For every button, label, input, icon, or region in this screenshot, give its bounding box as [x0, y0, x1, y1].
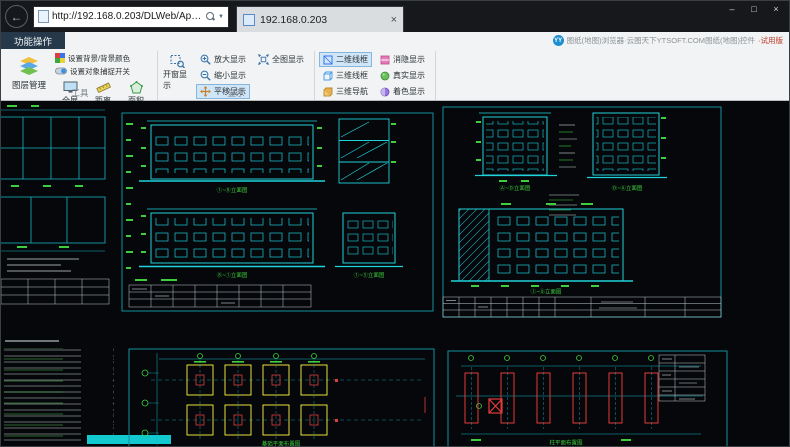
elevation-2: ⑧~①立面图 — [139, 209, 325, 279]
fit-view-label: 全图显示 — [272, 54, 304, 65]
drawing-label: Ⓓ~Ⓐ立面图 — [612, 184, 643, 192]
close-button[interactable]: × — [765, 1, 787, 16]
drawing-label: 基础平面布置图 — [262, 440, 301, 447]
url-text[interactable]: http://192.168.0.203/DLWeb/Application/Y… — [52, 11, 203, 22]
cad-drawing-surface: ①~⑧立面图 — [1, 101, 790, 447]
window-controls: – □ × — [721, 1, 787, 16]
sheet-right: Ⓐ~Ⓓ立面图 — [443, 107, 721, 317]
realistic-display-button[interactable]: 真实显示 — [376, 68, 429, 83]
back-icon: ← — [11, 10, 23, 24]
elevation-5: ①~⑨立面图 — [451, 203, 633, 296]
schedule-table — [659, 355, 705, 401]
brand-trial-text: ·试用版 — [758, 35, 783, 46]
zoom-in-button[interactable]: 放大显示 — [196, 52, 250, 67]
shaded-display-button[interactable]: 着色显示 — [376, 84, 429, 99]
viewmode-col-1: 二维线框 三维线框 三维导航 — [319, 52, 372, 99]
set-background-label: 设置背景/背景颜色 — [68, 53, 130, 64]
left-title-block — [1, 279, 109, 304]
set-background-button[interactable]: 设置背景/背景颜色 — [55, 52, 151, 64]
wireframe-3d-icon — [323, 71, 333, 81]
window-zoom-icon — [170, 54, 185, 68]
hidden-display-icon — [380, 55, 390, 65]
zoom-out-icon — [200, 70, 211, 81]
drawing-label: ①~⑧立面图 — [217, 186, 248, 194]
realistic-display-label: 真实显示 — [393, 70, 425, 81]
ribbon: 功能操作 YY 图纸(地图)浏览器·云图天下YTSOFT.COM图纸(地图)控件… — [1, 32, 789, 101]
tools-column: 设置背景/背景颜色 设置对象捕捉开关 — [55, 52, 151, 108]
drawing-label: ①~⑨立面图 — [531, 288, 562, 296]
footing-row-2 — [187, 401, 327, 440]
group-label-tools: 工具 — [3, 87, 157, 99]
toggle-icon — [55, 67, 67, 75]
realistic-display-icon — [380, 71, 390, 81]
hidden-display-label: 消隐显示 — [393, 54, 425, 65]
sheet-bottom-center: 基础平面布置图 — [129, 349, 434, 447]
sheet-center: ①~⑧立面图 — [122, 113, 433, 311]
shaded-display-label: 着色显示 — [393, 86, 425, 97]
browser-tab[interactable]: 192.168.0.203 × — [236, 6, 404, 32]
column-marks — [465, 367, 658, 429]
fit-view-button[interactable]: 全图显示 — [254, 52, 308, 67]
fit-view-icon — [258, 54, 269, 65]
wireframe-2d-label: 二维线框 — [336, 54, 368, 65]
maximize-button[interactable]: □ — [743, 1, 765, 16]
dimension-strings — [559, 125, 577, 167]
zoom-out-button[interactable]: 缩小显示 — [196, 68, 250, 83]
stair-section — [339, 119, 396, 183]
address-bar[interactable]: http://192.168.0.203/DLWeb/Application/Y… — [33, 6, 229, 28]
background-color-icon — [55, 53, 65, 63]
nav-3d-button[interactable]: 三维导航 — [319, 84, 372, 99]
wireframe-2d-button[interactable]: 二维线框 — [319, 52, 372, 67]
highlighted-column — [489, 399, 502, 413]
ribbon-group-tools: 图层管理 设置背景/背景颜色 — [3, 51, 158, 100]
zoom-in-label: 放大显示 — [214, 54, 246, 65]
address-dropdown-icon[interactable]: ▼ — [218, 14, 224, 20]
drawing-label: 柱平面布置图 — [549, 439, 583, 447]
wireframe-2d-icon — [323, 55, 333, 65]
elevation-3: ①~⑤立面图 — [335, 213, 403, 279]
browser-window: ← http://192.168.0.203/DLWeb/Application… — [0, 0, 790, 447]
group-label-display: 显示 — [158, 87, 314, 99]
elevation-1: ①~⑧立面图 — [139, 121, 325, 194]
wireframe-3d-label: 三维线框 — [336, 70, 368, 81]
tab-function-operations[interactable]: 功能操作 — [1, 32, 65, 49]
hidden-display-button[interactable]: 消隐显示 — [376, 52, 429, 67]
drawing-label: ①~⑤立面图 — [354, 271, 385, 279]
sheet-bottom-right: 柱平面布置图 — [448, 351, 727, 447]
drawing-notes — [4, 341, 171, 444]
elevation-A: Ⓐ~Ⓓ立面图 — [475, 113, 557, 192]
display-col-3: 全图显示 — [254, 52, 308, 67]
tab-title: 192.168.0.203 — [260, 14, 386, 26]
zoom-in-icon — [200, 54, 211, 65]
tab-close-button[interactable]: × — [391, 14, 397, 26]
object-snap-label: 设置对象捕捉开关 — [70, 66, 130, 77]
layers-icon — [18, 55, 40, 77]
drawing-left-plan — [1, 110, 109, 304]
brand-logo-icon: YY — [553, 35, 564, 46]
brand-info: YY 图纸(地图)浏览器·云图天下YTSOFT.COM图纸(地图)控件 ·试用版 — [553, 35, 783, 46]
ribbon-group-viewmodes: 二维线框 三维线框 三维导航 — [315, 51, 436, 100]
search-icon[interactable] — [206, 12, 215, 21]
browser-titlebar: ← http://192.168.0.203/DLWeb/Application… — [1, 1, 789, 32]
viewmode-col-2: 消隐显示 真实显示 着色显示 — [376, 52, 429, 99]
page-icon — [38, 10, 49, 23]
shaded-display-icon — [380, 87, 390, 97]
drawing-label: ⑧~①立面图 — [217, 271, 248, 279]
elevation-B: Ⓓ~Ⓐ立面图 — [587, 113, 667, 192]
zoom-out-label: 缩小显示 — [214, 70, 246, 81]
minimize-button[interactable]: – — [721, 1, 743, 16]
drawing-label: Ⓐ~Ⓓ立面图 — [500, 184, 531, 192]
stray-marks — [7, 105, 39, 107]
wireframe-3d-button[interactable]: 三维线框 — [319, 68, 372, 83]
cad-canvas[interactable]: ①~⑧立面图 — [1, 101, 789, 446]
back-button[interactable]: ← — [5, 5, 28, 28]
nav-3d-icon — [323, 87, 333, 97]
nav-3d-label: 三维导航 — [336, 86, 368, 97]
ribbon-group-display: 开窗显示 放大显示 — [158, 51, 315, 100]
ribbon-body: 图层管理 设置背景/背景颜色 — [1, 49, 789, 100]
brand-text: 图纸(地图)浏览器·云图天下YTSOFT.COM图纸(地图)控件 — [567, 35, 755, 46]
object-snap-toggle-button[interactable]: 设置对象捕捉开关 — [55, 65, 151, 77]
tab-favicon — [243, 14, 255, 26]
